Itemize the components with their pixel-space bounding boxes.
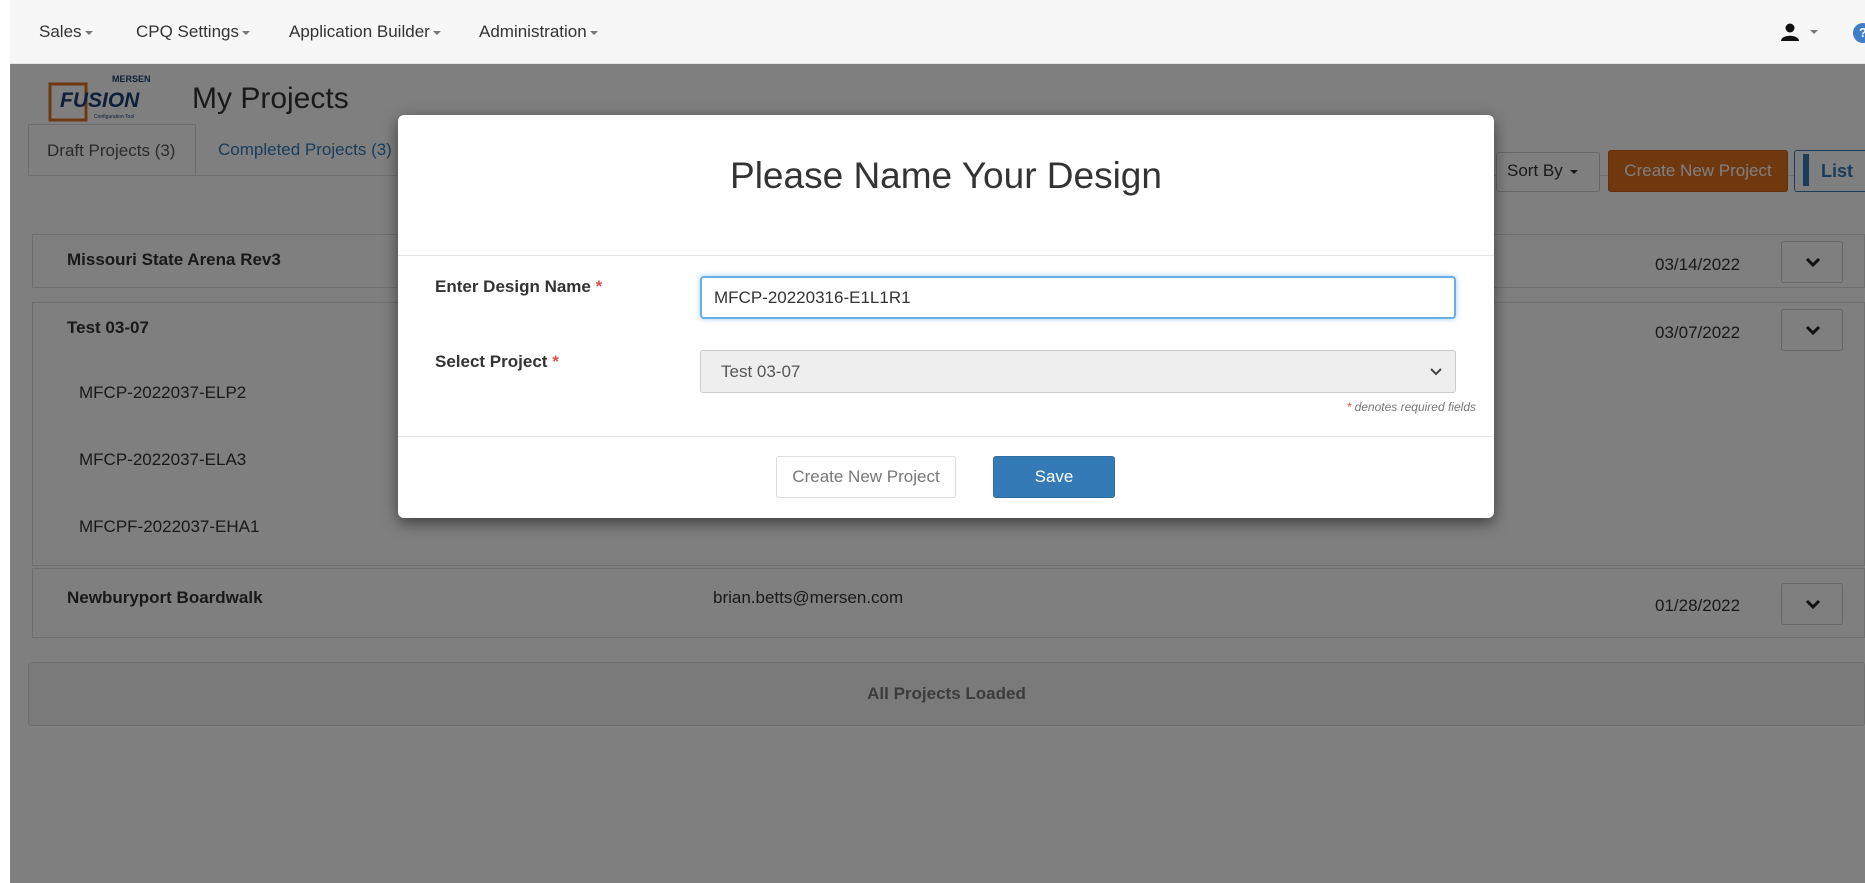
caret-down-icon <box>242 30 250 35</box>
name-design-modal: Please Name Your Design Enter Design Nam… <box>398 115 1494 518</box>
caret-down-icon <box>589 30 598 35</box>
caret-down-icon <box>432 30 441 35</box>
design-name-label: Enter Design Name * <box>435 277 603 296</box>
select-project-label: Select Project * <box>435 352 559 371</box>
select-project-dropdown[interactable]: Test 03-07 <box>700 350 1456 393</box>
modal-create-new-project-button[interactable]: Create New Project <box>776 456 956 498</box>
design-name-input[interactable] <box>700 276 1456 319</box>
modal-divider <box>398 436 1494 437</box>
caret-down-icon <box>84 30 93 35</box>
user-icon[interactable] <box>1780 22 1800 42</box>
modal-title: Please Name Your Design <box>730 155 1162 196</box>
nav-administration[interactable]: Administration <box>479 22 598 42</box>
top-navbar: Sales CPQ Settings Application Builder A… <box>10 0 1865 64</box>
required-fields-note: * denotes required fields <box>1346 400 1476 414</box>
user-menu-caret-icon[interactable] <box>1810 30 1818 34</box>
modal-divider <box>398 255 1494 256</box>
nav-application-builder[interactable]: Application Builder <box>289 22 441 42</box>
save-button[interactable]: Save <box>993 456 1115 498</box>
chevron-down-icon <box>1430 368 1442 376</box>
nav-cpq-settings[interactable]: CPQ Settings <box>136 22 250 42</box>
help-icon[interactable]: ? <box>1853 23 1865 43</box>
nav-sales[interactable]: Sales <box>39 22 93 42</box>
